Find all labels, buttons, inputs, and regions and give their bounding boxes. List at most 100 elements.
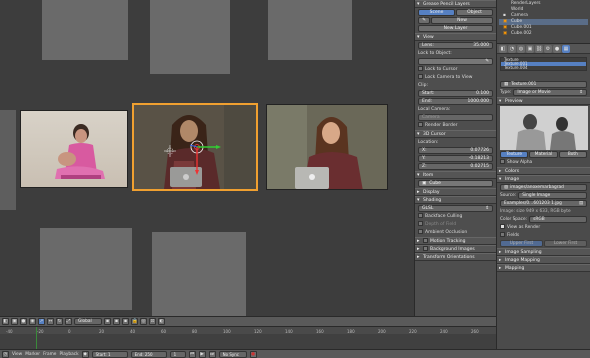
cursor-y-field[interactable]: Y: -0.18213 [418,155,493,162]
file-path-field[interactable]: Examples/0…601203 1.jpg ▤ [500,200,587,207]
fields-checkbox[interactable] [500,232,505,237]
upper-first-button[interactable]: Upper First [500,240,543,247]
shading-icon[interactable]: ● [20,318,27,325]
clip-end-field[interactable]: End: 1000.000 [418,98,493,105]
image-header[interactable]: Image [497,175,590,183]
keying-icon[interactable]: ◆ [81,350,89,358]
sync-select[interactable]: No Sync [218,350,247,358]
lower-first-button[interactable]: Lower First [544,240,587,247]
cursor-x-field[interactable]: X: 0.07726 [418,147,493,154]
view-menu[interactable]: View [12,352,22,357]
new-layer-button[interactable]: New Layer [418,25,493,32]
plane-top-left[interactable] [42,0,128,60]
eyedropper-icon[interactable]: ✎ [485,59,489,64]
motion-tracking-checkbox[interactable] [423,238,428,243]
grease-pencil-icon[interactable]: ✎ [418,17,430,24]
record-icon[interactable]: ● [249,350,257,358]
colors-header[interactable]: Colors [497,167,590,175]
scale-icon[interactable]: ⤢ [65,318,72,325]
layer-icon[interactable]: ▪ [113,318,120,325]
modifier-tab-icon[interactable]: ⚙ [544,45,552,53]
material-tab-icon[interactable]: ● [553,45,561,53]
render-tab-icon[interactable]: ◧ [499,45,507,53]
ao-checkbox[interactable] [418,229,423,234]
outliner-item[interactable]: ▣ Cube.002 [499,31,588,37]
editor-type-icon[interactable]: ◧ [2,318,9,325]
folder-icon[interactable]: ▤ [579,201,583,206]
frame-menu[interactable]: Frame [43,352,56,357]
render-border-checkbox[interactable] [418,122,423,127]
end-frame-field[interactable]: End: 250 [130,350,167,358]
lock-camera-checkbox[interactable] [418,74,423,79]
mapping-header[interactable]: Mapping [497,264,590,272]
cursor-header[interactable]: 3D Cursor [415,130,496,138]
start-frame-field[interactable]: Start: 1 [91,350,128,358]
playback-menu[interactable]: Playback [59,352,78,357]
viewport-header[interactable]: ◧ ▣ ● ◉ ↗ ↔ ↻ ⤢ Global ▪ ▪ ▪ 🔒 ◎ ⊡ ◐ [0,316,496,326]
background-images-header[interactable]: Background Images [415,245,496,253]
preview-texture-button[interactable]: Texture [500,151,529,158]
local-camera-field[interactable]: Camera [418,114,493,121]
properties-tabs[interactable]: ◧ ◔ ◍ ▣ ⛓ ⚙ ● ▦ [497,44,590,54]
jump-start-icon[interactable]: ⏮ [188,350,196,358]
cursor-z-field[interactable]: Z: 0.02715 [418,163,493,170]
item-header[interactable]: Item [415,171,496,179]
play-icon[interactable]: ▶ [198,350,206,358]
3d-viewport[interactable] [0,0,414,316]
view-as-render-checkbox[interactable] [500,224,505,229]
shading-mode-select[interactable]: GLSL ⇕ [418,205,493,212]
plane-top-center[interactable] [150,0,230,74]
plane-top-right[interactable] [268,0,352,60]
texture-tab-icon[interactable]: ▦ [562,45,570,53]
timeline[interactable]: -40 -20 0 20 40 60 80 100 120 140 160 180 200 220 240 2… [0,326,496,350]
dof-checkbox[interactable] [418,221,423,226]
timeline-editor-icon[interactable]: ◷ [2,350,9,358]
scene-button[interactable]: Scene [418,9,455,16]
item-name-field[interactable]: ▣ Cube [418,180,493,187]
manipulator-icon[interactable]: ↗ [38,318,45,325]
backface-checkbox[interactable] [418,213,423,218]
object-tab-icon[interactable]: ▣ [526,45,534,53]
pivot-icon[interactable]: ◉ [29,318,36,325]
display-header[interactable]: Display [415,188,496,196]
image-sampling-header[interactable]: Image Sampling [497,248,590,256]
photo-plane-child[interactable] [20,110,128,188]
timeline-header[interactable]: ◷ View Marker Frame Playback ◆ Start: 1 … [0,349,590,358]
lens-field[interactable]: Lens: 35.000 [418,42,493,49]
translate-icon[interactable]: ↔ [47,318,54,325]
rotate-icon[interactable]: ↻ [56,318,63,325]
scene-tab-icon[interactable]: ◔ [508,45,516,53]
jump-end-icon[interactable]: ⏭ [208,350,216,358]
grease-pencil-header[interactable]: Grease Pencil Layers [415,0,496,8]
object-button[interactable]: Object [456,9,493,16]
transform-gizmo[interactable] [164,135,234,185]
show-alpha-checkbox[interactable] [500,159,505,164]
image-mapping-header[interactable]: Image Mapping [497,256,590,264]
plane-bottom-center[interactable] [152,232,246,316]
texture-slots-list[interactable]: Texture Texture.001 Texture.004 [500,57,587,71]
clip-start-field[interactable]: Start: 0.100 [418,90,493,97]
orientation-select[interactable]: Global [74,318,102,325]
image-path-field[interactable]: ▨ images/anoxemarbagrad [500,184,587,191]
new-button[interactable]: New [431,17,493,24]
current-frame-line[interactable] [36,327,37,350]
proportional-icon[interactable]: ◎ [140,318,147,325]
source-select[interactable]: Single Image [518,192,587,199]
constraint-tab-icon[interactable]: ⛓ [535,45,543,53]
properties-shelf[interactable]: Grease Pencil Layers Scene Object ✎ New … [414,0,496,316]
plane-left-edge[interactable] [0,110,16,210]
right-editor[interactable]: RenderLayers World ▪ Camera ▣ Cube ▣ Cube.0… [496,0,590,358]
photo-plane-right[interactable] [266,104,388,190]
shading-header[interactable]: Shading [415,196,496,204]
marker-menu[interactable]: Marker [25,352,40,357]
plane-bottom-left[interactable] [40,228,132,310]
lock-icon[interactable]: 🔒 [131,318,138,325]
transform-orientations-header[interactable]: Transform Orientations [415,253,496,261]
motion-tracking-header[interactable]: Motion Tracking [415,237,496,245]
mode-icon[interactable]: ▣ [11,318,18,325]
preview-header[interactable]: Preview [497,97,590,105]
preview-material-button[interactable]: Material [529,151,558,158]
view-header[interactable]: View [415,33,496,41]
current-frame-field[interactable]: 1 [169,350,186,358]
lock-object-field[interactable]: ✎ [418,58,493,65]
